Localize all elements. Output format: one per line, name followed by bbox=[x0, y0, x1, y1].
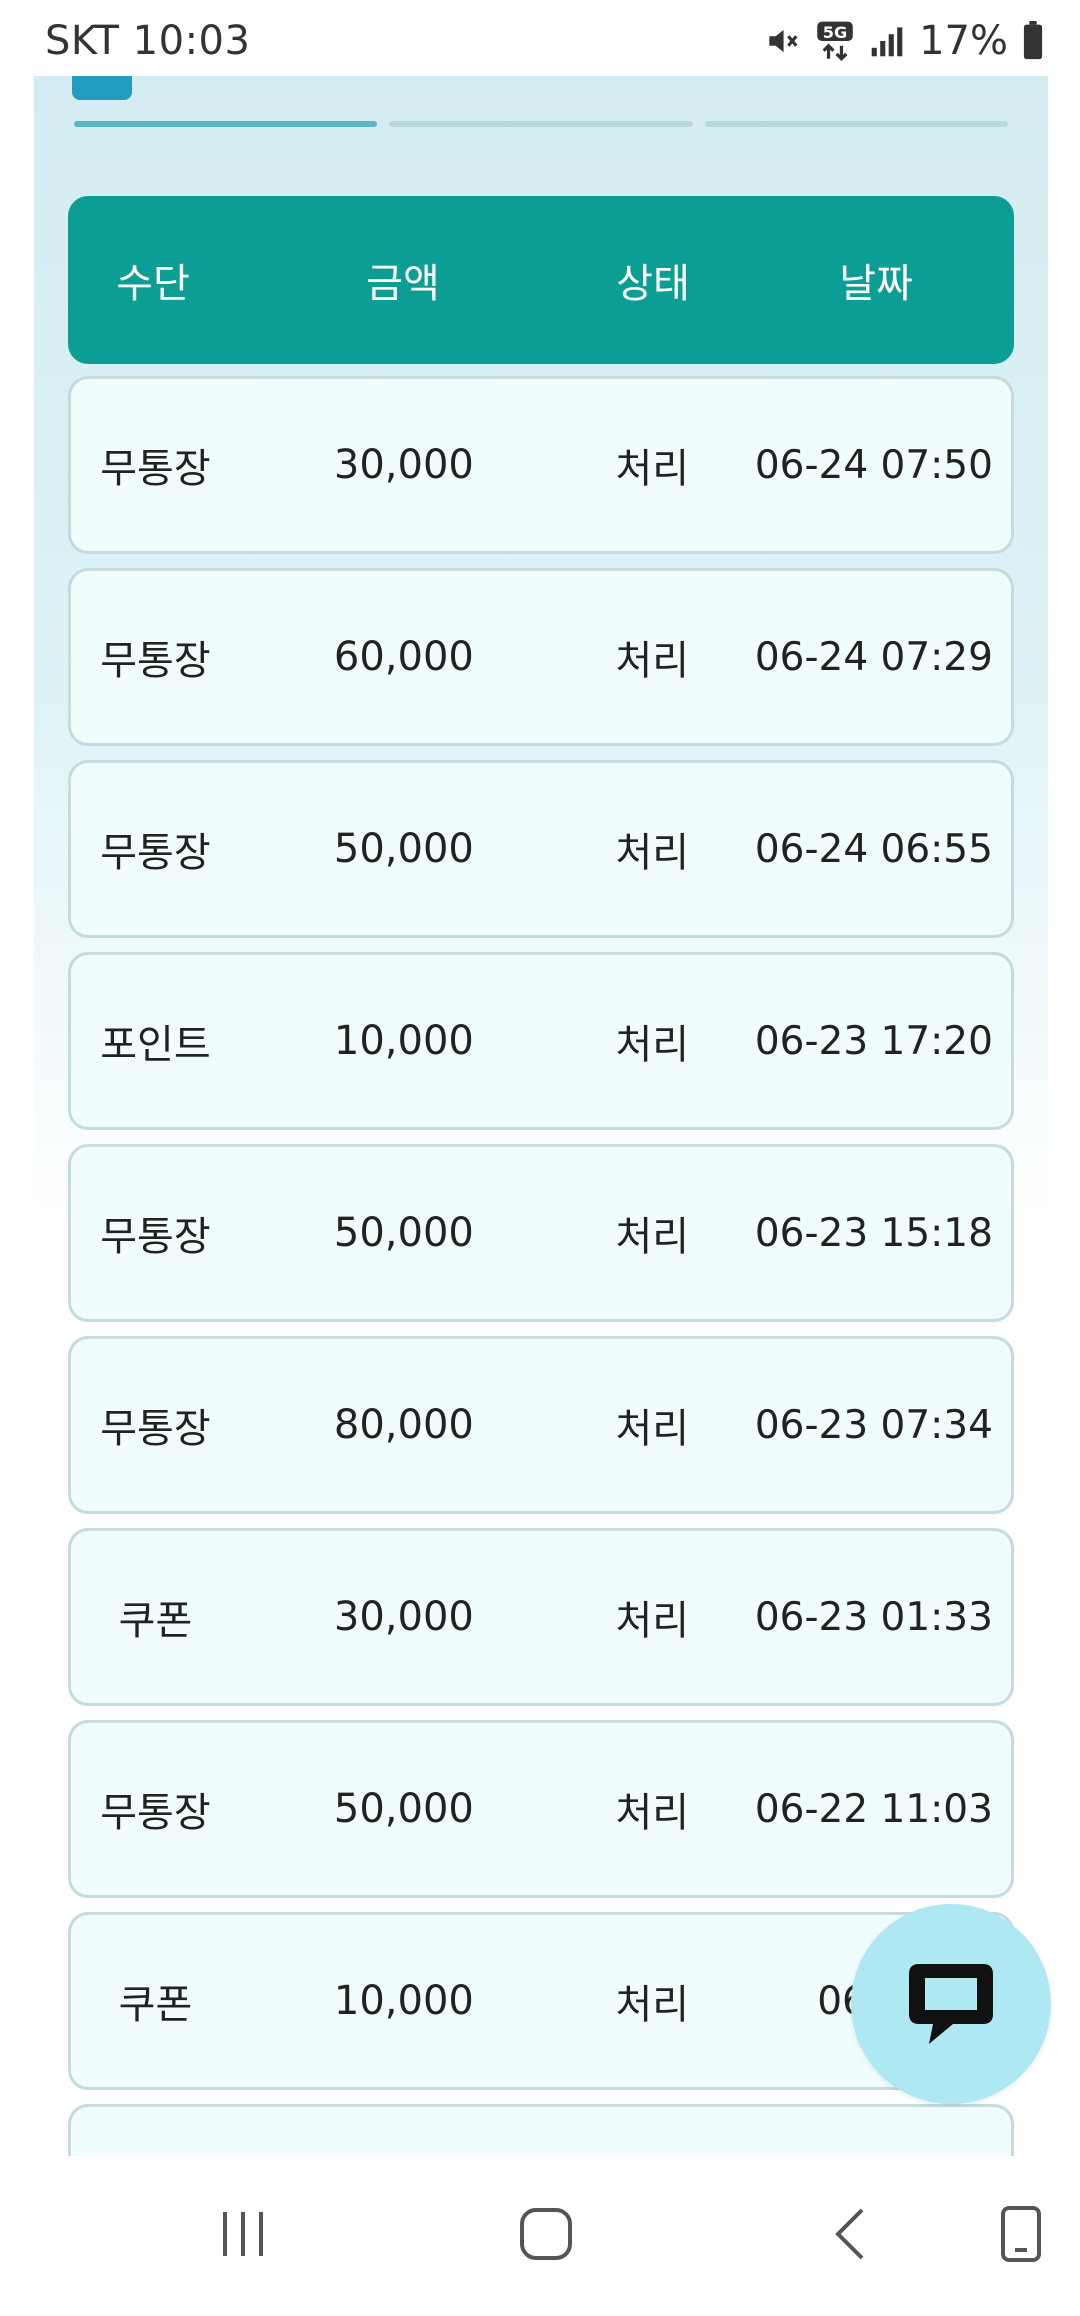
network-5g-icon: 5G bbox=[815, 20, 855, 62]
row-status: 처리 bbox=[615, 1214, 690, 1260]
status-bar: SKT 10:03 5G 17% bbox=[0, 0, 1080, 76]
row-date: 06-23 07:34 bbox=[754, 1402, 993, 1448]
row-amount: 50,000 bbox=[333, 1786, 474, 1832]
back-button[interactable] bbox=[812, 2196, 892, 2276]
row-amount: 10,000 bbox=[333, 1018, 474, 1064]
table-row[interactable]: 무통장 80,000 처리 06-23 07:34 bbox=[68, 1336, 1014, 1514]
row-method: 무통장 bbox=[100, 1406, 211, 1452]
row-amount: 50,000 bbox=[333, 1210, 474, 1256]
table-row[interactable]: 무통장 50,000 처리 06-23 15:18 bbox=[68, 1144, 1014, 1322]
chat-bubble-icon bbox=[901, 1952, 1001, 2056]
history-panel: 수단 금액 상태 날짜 무통장 30,000 처리 06-24 07:50 무통… bbox=[34, 76, 1048, 2156]
header-date: 날짜 bbox=[839, 261, 913, 307]
row-date: 06-23 01:33 bbox=[754, 1594, 993, 1640]
row-amount: 30,000 bbox=[333, 1594, 474, 1640]
row-status: 처리 bbox=[615, 1022, 690, 1068]
table-body: 무통장 30,000 처리 06-24 07:50 무통장 60,000 처리 … bbox=[68, 376, 1014, 2156]
battery-icon bbox=[1022, 21, 1044, 61]
row-date: 06-24 07:29 bbox=[754, 634, 993, 680]
header-status: 상태 bbox=[616, 261, 690, 307]
table-row[interactable]: 쿠폰 30,000 처리 06-23 01:33 bbox=[68, 1528, 1014, 1706]
header-amount: 금액 bbox=[366, 261, 440, 307]
recent-apps-button[interactable] bbox=[203, 2196, 283, 2276]
row-date: 06-24 07:50 bbox=[754, 442, 993, 488]
recent-apps-icon bbox=[215, 2206, 271, 2266]
status-icons: 5G 17% bbox=[763, 18, 1044, 64]
system-nav-bar bbox=[0, 2156, 1080, 2316]
table-row[interactable]: 무통장 50,000 처리 06-22 11:03 bbox=[68, 1720, 1014, 1898]
table-header: 수단 금액 상태 날짜 bbox=[68, 196, 1014, 364]
table-row[interactable]: 무통장 60,000 처리 06-24 07:29 bbox=[68, 568, 1014, 746]
row-date: 06-22 11:03 bbox=[754, 1786, 993, 1832]
row-date: 06-23 17:20 bbox=[754, 1018, 993, 1064]
screen: SKT 10:03 5G 17% 수단 금액 상태 날짜 무통장 30,000 … bbox=[0, 0, 1080, 2316]
row-date: 06-23 15:18 bbox=[754, 1210, 993, 1256]
top-button[interactable] bbox=[72, 76, 132, 100]
row-method: 무통장 bbox=[100, 638, 211, 684]
row-method: 포인트 bbox=[100, 1022, 211, 1068]
row-status: 처리 bbox=[615, 1406, 690, 1452]
table-row[interactable]: 포인트 10,000 처리 06-23 17:20 bbox=[68, 952, 1014, 1130]
row-method: 쿠폰 bbox=[118, 1982, 193, 2028]
row-amount: 50,000 bbox=[333, 826, 474, 872]
svg-text:5G: 5G bbox=[823, 23, 847, 42]
row-method: 무통장 bbox=[100, 1214, 211, 1260]
row-status: 처리 bbox=[615, 1982, 690, 2028]
row-date: 06-24 06:55 bbox=[754, 826, 993, 872]
header-method: 수단 bbox=[116, 261, 190, 307]
table-row[interactable]: 무통장 50,000 처리 06-24 06:55 bbox=[68, 760, 1014, 938]
home-icon bbox=[516, 2204, 576, 2268]
home-button[interactable] bbox=[506, 2196, 586, 2276]
row-method: 무통장 bbox=[100, 1790, 211, 1836]
tab-indicator bbox=[74, 121, 1008, 129]
battery-percent: 17% bbox=[919, 18, 1008, 64]
row-method: 쿠폰 bbox=[118, 1598, 193, 1644]
back-icon bbox=[824, 2204, 880, 2268]
row-amount: 30,000 bbox=[333, 442, 474, 488]
row-status: 처리 bbox=[615, 1598, 690, 1644]
row-status: 처리 bbox=[615, 638, 690, 684]
row-status: 처리 bbox=[615, 1790, 690, 1836]
table-row[interactable] bbox=[68, 2104, 1014, 2156]
keyboard-toggle-icon bbox=[999, 2204, 1043, 2268]
tab-indicator-3[interactable] bbox=[704, 121, 1008, 127]
row-status: 처리 bbox=[615, 830, 690, 876]
status-time: SKT 10:03 bbox=[45, 18, 251, 64]
chat-button[interactable] bbox=[851, 1904, 1051, 2104]
row-amount: 60,000 bbox=[333, 634, 474, 680]
row-method: 무통장 bbox=[100, 446, 211, 492]
row-method: 무통장 bbox=[100, 830, 211, 876]
table-row[interactable]: 무통장 30,000 처리 06-24 07:50 bbox=[68, 376, 1014, 554]
mute-icon bbox=[763, 22, 801, 60]
row-amount: 10,000 bbox=[333, 1978, 474, 2024]
tab-indicator-2[interactable] bbox=[389, 121, 693, 127]
keyboard-toggle-button[interactable] bbox=[981, 2196, 1061, 2276]
tab-indicator-1[interactable] bbox=[74, 121, 378, 127]
signal-icon bbox=[869, 24, 905, 58]
row-status: 처리 bbox=[615, 446, 690, 492]
row-amount: 80,000 bbox=[333, 1402, 474, 1448]
